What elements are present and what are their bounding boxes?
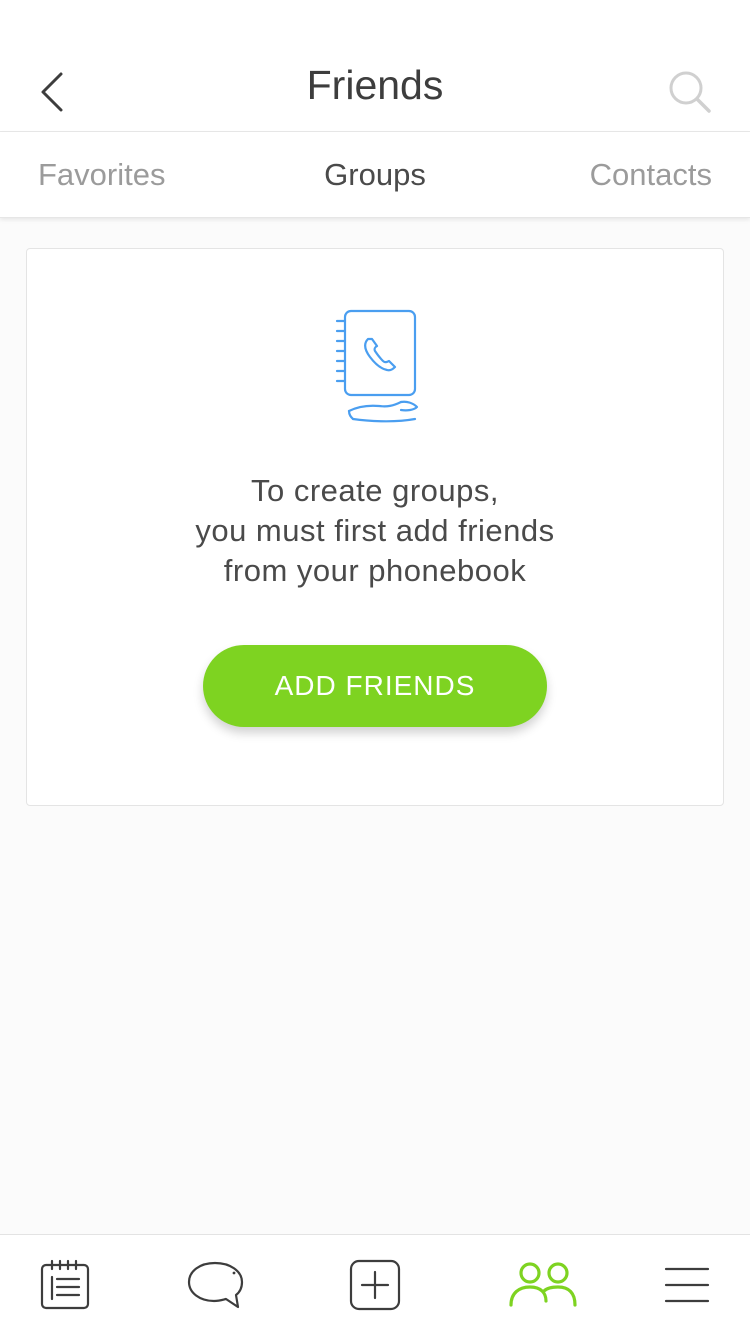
- add-friends-button[interactable]: ADD FRIENDS: [203, 645, 547, 727]
- bottom-nav-chat[interactable]: [180, 1255, 250, 1315]
- empty-state-line: you must first add friends: [195, 513, 555, 548]
- plus-square-icon: [349, 1259, 401, 1311]
- empty-state-message: To create groups, you must first add fri…: [27, 471, 723, 591]
- search-icon: [669, 71, 711, 113]
- tab-bar: Favorites Groups Contacts: [0, 132, 750, 218]
- bottom-nav-friends[interactable]: [508, 1255, 578, 1315]
- friends-icon: [509, 1262, 577, 1307]
- menu-icon: [664, 1267, 710, 1303]
- nav-bar: Friends: [0, 40, 750, 132]
- notepad-icon: [40, 1259, 90, 1310]
- bottom-nav-add[interactable]: [340, 1255, 410, 1315]
- phonebook-icon: [335, 309, 419, 423]
- bottom-nav: [0, 1234, 750, 1334]
- page-title: Friends: [306, 62, 444, 108]
- status-bar: [0, 0, 750, 40]
- empty-state-line: To create groups,: [250, 473, 500, 508]
- search-button[interactable]: [660, 62, 720, 122]
- bottom-nav-notepad[interactable]: [30, 1255, 100, 1315]
- empty-state-card: To create groups, you must first add fri…: [26, 248, 724, 806]
- empty-state-line: from your phonebook: [223, 553, 527, 588]
- chat-bubble-icon: [187, 1261, 244, 1309]
- bottom-nav-menu[interactable]: [652, 1255, 722, 1315]
- tab-contacts[interactable]: Contacts: [590, 157, 712, 193]
